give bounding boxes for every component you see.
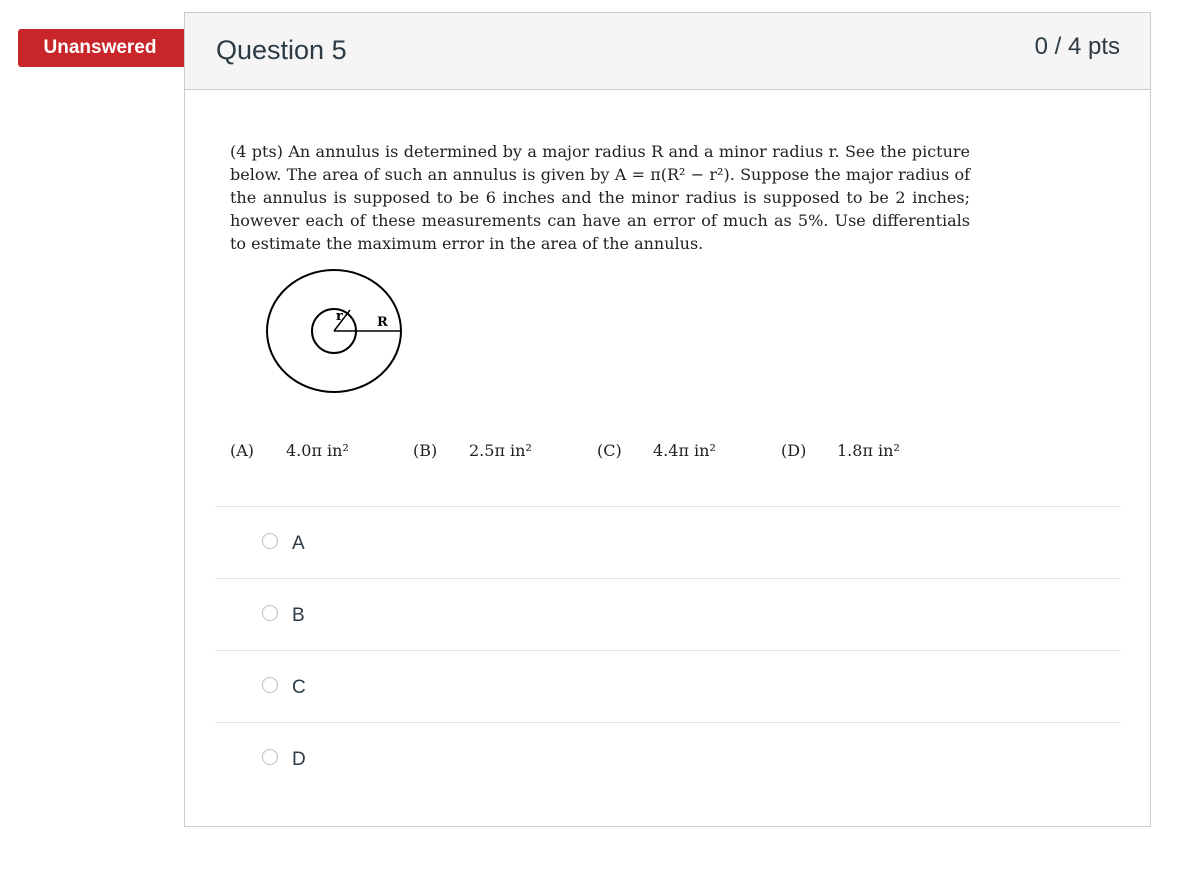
question-header: Question 5 0 / 4 pts: [185, 13, 1150, 90]
answer-label[interactable]: D: [292, 749, 306, 771]
figure-label-R: R: [377, 315, 388, 330]
choice-c: (C) 4.4π in²: [597, 441, 716, 460]
answer-label[interactable]: B: [292, 605, 305, 627]
answer-option-d[interactable]: D: [215, 722, 1121, 794]
answer-label[interactable]: A: [292, 533, 305, 555]
answer-option-b[interactable]: B: [215, 578, 1121, 650]
radio-button[interactable]: [262, 677, 278, 693]
answer-option-a[interactable]: A: [215, 506, 1121, 578]
answer-option-c[interactable]: C: [215, 650, 1121, 722]
radio-button[interactable]: [262, 749, 278, 765]
radio-button[interactable]: [262, 533, 278, 549]
annulus-figure: r R: [266, 269, 402, 393]
question-title: Question 5: [216, 35, 347, 65]
question-card: Question 5 0 / 4 pts (4 pts) An annulus …: [184, 12, 1151, 827]
question-text: (4 pts) An annulus is determined by a ma…: [230, 142, 970, 253]
answer-label[interactable]: C: [292, 677, 306, 699]
choice-d: (D) 1.8π in²: [781, 441, 900, 460]
figure-label-r: r: [336, 309, 343, 324]
answer-list: A B C D: [215, 506, 1121, 794]
choice-a: (A) 4.0π in²: [230, 441, 349, 460]
question-points: 0 / 4 pts: [1034, 33, 1120, 60]
choice-b: (B) 2.5π in²: [413, 441, 532, 460]
radio-button[interactable]: [262, 605, 278, 621]
status-badge: Unanswered: [18, 29, 215, 67]
